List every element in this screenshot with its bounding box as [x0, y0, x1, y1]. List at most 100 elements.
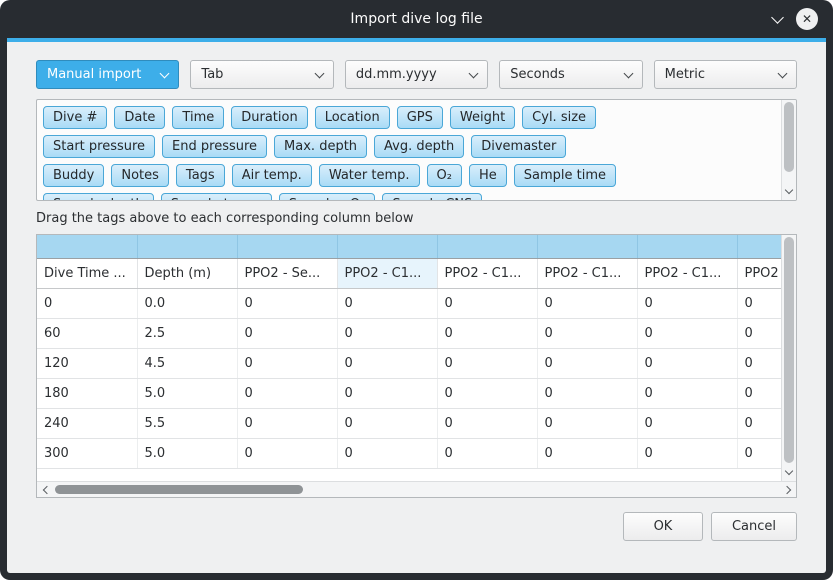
tags-scroll-down-button[interactable]: [782, 187, 796, 197]
table-cell: 0: [737, 318, 781, 348]
tag-sample-po[interactable]: Sample pO₂: [279, 193, 376, 201]
tag-divemaster[interactable]: Divemaster: [471, 135, 566, 158]
import-dialog-window: Import dive log file ✕ Manual import Tab…: [0, 0, 833, 580]
date-format-value: dd.mm.yyyy: [356, 67, 437, 82]
tag-sample-cns[interactable]: Sample CNS: [382, 193, 482, 201]
tag-time[interactable]: Time: [172, 106, 224, 129]
hscrollbar-track[interactable]: [53, 482, 780, 497]
column-header-1: Depth (m): [137, 258, 237, 288]
tags-scrollbar-thumb[interactable]: [784, 102, 794, 172]
close-button[interactable]: ✕: [796, 8, 818, 30]
table-cell: 120: [37, 348, 137, 378]
tag-gps[interactable]: GPS: [397, 106, 443, 129]
chevron-down-icon: [785, 186, 793, 194]
units-value: Metric: [665, 67, 705, 82]
table-cell: 0: [537, 438, 637, 468]
field-separator-select[interactable]: Tab: [190, 60, 333, 89]
tags-scrollbar[interactable]: [781, 100, 796, 200]
table-vertical-scrollbar[interactable]: [781, 235, 796, 481]
tag-water-temp[interactable]: Water temp.: [319, 164, 420, 187]
tag-sample-depth[interactable]: Sample depth: [43, 193, 154, 201]
column-drop-cell-6[interactable]: [637, 235, 737, 258]
table-cell: 0: [537, 288, 637, 318]
table-cell: 0: [537, 318, 637, 348]
table-row: 602.5000000: [37, 318, 781, 348]
import-mode-value: Manual import: [47, 67, 141, 82]
chevron-down-icon: [160, 68, 170, 78]
table-cell: 60: [37, 318, 137, 348]
table-cell: 0: [337, 438, 437, 468]
tag-sample-temp[interactable]: Sample temp.: [161, 193, 272, 201]
table-cell: 0: [237, 318, 337, 348]
column-drop-cell-0[interactable]: [37, 235, 137, 258]
import-mode-select[interactable]: Manual import: [36, 60, 179, 89]
tag-air-temp[interactable]: Air temp.: [232, 164, 312, 187]
table-scroll-down-button[interactable]: [782, 468, 796, 478]
titlebar-chevron-down-icon[interactable]: [771, 11, 784, 24]
scroll-right-button[interactable]: [780, 482, 796, 497]
close-icon: ✕: [802, 12, 812, 26]
table-cell: 0: [637, 438, 737, 468]
column-drop-cell-5[interactable]: [537, 235, 637, 258]
table-cell: 0: [437, 408, 537, 438]
column-header-7: PPO2: [737, 258, 781, 288]
window-title: Import dive log file: [350, 11, 482, 27]
tag-dive[interactable]: Dive #: [43, 106, 107, 129]
import-preview-table: Dive Time ...Depth (m)PPO2 - Se...PPO2 -…: [37, 235, 781, 469]
hscrollbar-thumb[interactable]: [55, 485, 303, 494]
duration-format-select[interactable]: Seconds: [499, 60, 642, 89]
table-cell: 0: [737, 378, 781, 408]
table-row: 00.0000000: [37, 288, 781, 318]
tag-date[interactable]: Date: [114, 106, 165, 129]
table-cell: 0: [737, 408, 781, 438]
tag-tags[interactable]: Tags: [176, 164, 225, 187]
column-header-0: Dive Time ...: [37, 258, 137, 288]
tag-cyl-size[interactable]: Cyl. size: [522, 106, 596, 129]
table-cell: 0: [637, 318, 737, 348]
cancel-button[interactable]: Cancel: [711, 512, 797, 541]
column-header-3: PPO2 - C1...: [337, 258, 437, 288]
table-row: 2405.5000000: [37, 408, 781, 438]
table-vscrollbar-thumb[interactable]: [784, 237, 794, 463]
table-cell: 0: [637, 378, 737, 408]
tag-o[interactable]: O₂: [427, 164, 462, 187]
tag-duration[interactable]: Duration: [231, 106, 307, 129]
options-row: Manual import Tab dd.mm.yyyy Seconds Met…: [36, 60, 797, 89]
tag-end-pressure[interactable]: End pressure: [162, 135, 267, 158]
column-header-2: PPO2 - Se...: [237, 258, 337, 288]
tag-notes[interactable]: Notes: [111, 164, 169, 187]
tag-avg-depth[interactable]: Avg. depth: [374, 135, 464, 158]
table-cell: 0.0: [137, 288, 237, 318]
column-drop-cell-3[interactable]: [337, 235, 437, 258]
field-separator-value: Tab: [201, 67, 223, 82]
table-cell: 0: [237, 408, 337, 438]
tag-row: Buddy Notes Tags Air temp. Water temp. O₂ He Sa…: [43, 164, 774, 187]
ok-button[interactable]: OK: [623, 512, 703, 541]
column-drop-cell-1[interactable]: [137, 235, 237, 258]
table-cell: 2.5: [137, 318, 237, 348]
table-cell: 0: [737, 348, 781, 378]
column-drop-cell-2[interactable]: [237, 235, 337, 258]
units-select[interactable]: Metric: [654, 60, 797, 89]
table-cell: 5.0: [137, 438, 237, 468]
titlebar-buttons: ✕: [773, 0, 818, 38]
table-header-row: Dive Time ...Depth (m)PPO2 - Se...PPO2 -…: [37, 258, 781, 288]
tag-buddy[interactable]: Buddy: [43, 164, 104, 187]
table-cell: 0: [437, 438, 537, 468]
tag-start-pressure[interactable]: Start pressure: [43, 135, 155, 158]
table-horizontal-scrollbar[interactable]: [37, 481, 796, 497]
tag-location[interactable]: Location: [315, 106, 390, 129]
tag-max-depth[interactable]: Max. depth: [274, 135, 367, 158]
table-cell: 0: [337, 318, 437, 348]
column-header-4: PPO2 - C1...: [437, 258, 537, 288]
import-preview-frame: Dive Time ...Depth (m)PPO2 - Se...PPO2 -…: [36, 234, 797, 498]
tag-sample-time[interactable]: Sample time: [514, 164, 616, 187]
scroll-left-button[interactable]: [37, 482, 53, 497]
tag-weight[interactable]: Weight: [450, 106, 515, 129]
date-format-select[interactable]: dd.mm.yyyy: [345, 60, 488, 89]
column-drop-cell-4[interactable]: [437, 235, 537, 258]
tag-he[interactable]: He: [469, 164, 507, 187]
table-cell: 4.5: [137, 348, 237, 378]
column-drop-cell-7[interactable]: [737, 235, 781, 258]
titlebar: Import dive log file ✕: [7, 0, 826, 38]
